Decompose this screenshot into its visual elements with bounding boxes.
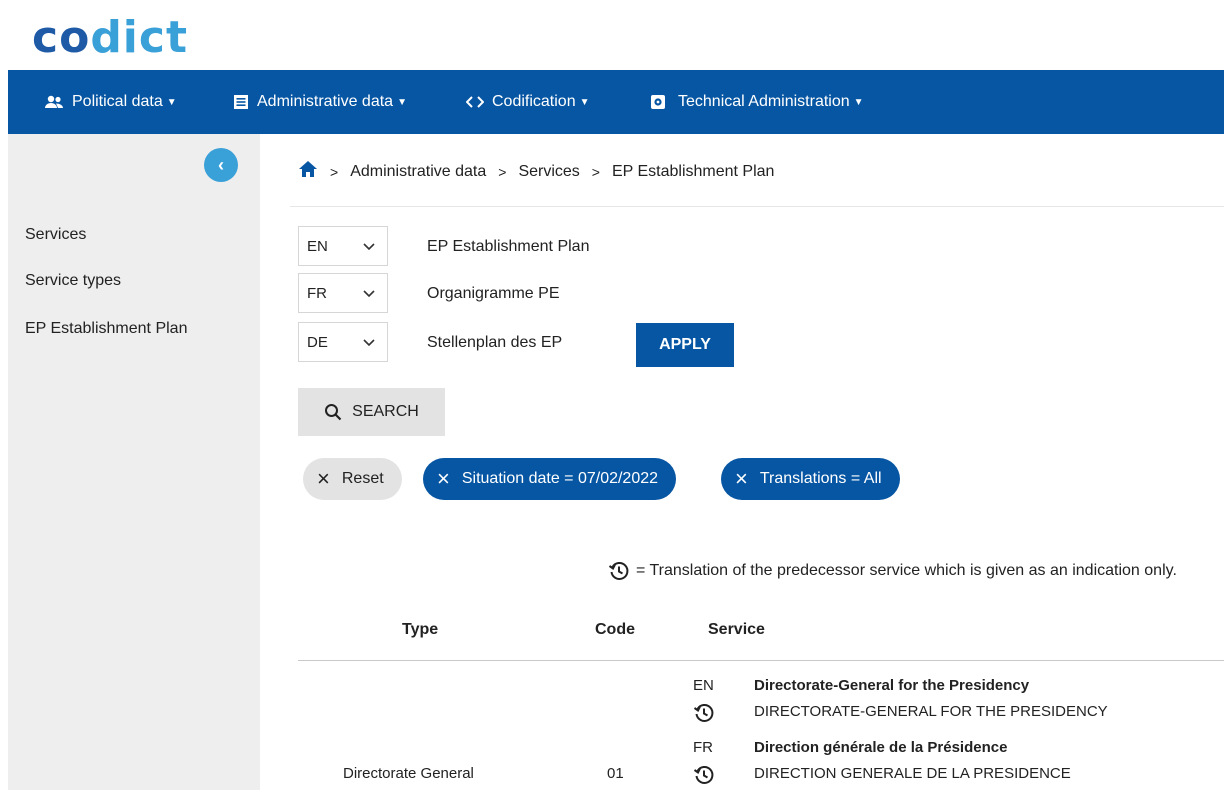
- sidebar-item-service-types[interactable]: Service types: [25, 272, 121, 290]
- codict-logo[interactable]: codict: [32, 12, 188, 64]
- sidebar-item-ep-establishment-plan[interactable]: EP Establishment Plan: [25, 320, 187, 338]
- reset-filters-chip[interactable]: × Reset: [303, 458, 402, 500]
- chevron-down-icon: [363, 285, 375, 302]
- column-header-service[interactable]: Service: [708, 621, 765, 639]
- search-button[interactable]: SEARCH: [298, 388, 445, 436]
- language-select-de[interactable]: DE: [298, 322, 388, 362]
- chevron-down-icon: ▼: [397, 96, 407, 108]
- nav-technical-administration[interactable]: Technical Administration ▼: [650, 70, 864, 134]
- translation-name-fr: Direction générale de la Présidence: [754, 739, 1008, 756]
- column-header-code[interactable]: Code: [595, 621, 635, 639]
- breadcrumb-divider: [290, 206, 1224, 207]
- translation-name-en: Directorate-General for the Presidency: [754, 677, 1030, 694]
- breadcrumb-administrative-data[interactable]: Administrative data: [350, 163, 486, 181]
- close-icon: ×: [317, 466, 330, 491]
- close-icon[interactable]: ×: [735, 468, 748, 490]
- history-icon: [608, 560, 630, 582]
- language-label-en: EP Establishment Plan: [427, 238, 590, 255]
- chevron-down-icon: ▼: [853, 96, 864, 108]
- row-code: 01: [607, 765, 624, 782]
- sidebar-collapse-button[interactable]: ‹: [204, 148, 238, 182]
- chevron-down-icon: [363, 238, 375, 255]
- close-icon[interactable]: ×: [437, 468, 450, 490]
- nav-political-data[interactable]: Political data ▼: [44, 70, 177, 134]
- users-icon: [44, 95, 64, 109]
- breadcrumb: > Administrative data > Services > EP Es…: [298, 160, 774, 183]
- app-header: codict: [0, 0, 1224, 70]
- situation-date-filter-chip[interactable]: × Situation date = 07/02/2022: [423, 458, 677, 500]
- translation-lang-en: EN: [693, 677, 714, 694]
- language-label-fr: Organigramme PE: [427, 285, 560, 302]
- sidebar: ‹ Services Service types EP Establishmen…: [8, 134, 260, 790]
- chevron-down-icon: [363, 334, 375, 351]
- sidebar-item-services[interactable]: Services: [25, 226, 86, 244]
- breadcrumb-services[interactable]: Services: [518, 163, 579, 181]
- nav-administrative-data[interactable]: Administrative data ▼: [233, 70, 407, 134]
- document-list-icon: [233, 94, 249, 110]
- language-select-en[interactable]: EN: [298, 226, 388, 266]
- search-icon: [324, 403, 342, 421]
- row-type: Directorate General: [343, 765, 474, 782]
- gear-box-icon: [650, 94, 666, 110]
- translation-lang-fr: FR: [693, 739, 713, 756]
- history-icon: [693, 702, 715, 729]
- translation-predecessor-fr: DIRECTION GENERALE DE LA PRESIDENCE: [754, 765, 1071, 782]
- home-icon[interactable]: [298, 160, 318, 183]
- code-brackets-icon: [466, 96, 484, 108]
- chevron-left-icon: ‹: [218, 154, 224, 175]
- column-header-type[interactable]: Type: [402, 621, 438, 639]
- breadcrumb-current: EP Establishment Plan: [611, 162, 775, 180]
- language-select-fr[interactable]: FR: [298, 273, 388, 313]
- language-label-de: Stellenplan des EP: [427, 334, 563, 351]
- translations-filter-chip[interactable]: × Translations = All: [721, 458, 900, 500]
- table-header-divider: [298, 660, 1224, 661]
- translation-predecessor-en: DIRECTORATE-GENERAL FOR THE PRESIDENCY: [754, 703, 1108, 720]
- nav-codification[interactable]: Codification ▼: [466, 70, 590, 134]
- history-icon: [693, 764, 715, 791]
- chevron-down-icon: ▼: [579, 96, 590, 108]
- main-navbar: Political data ▼ Administrative data ▼ Cod…: [8, 70, 1224, 134]
- apply-button[interactable]: APPLY: [636, 323, 734, 367]
- history-legend: = Translation of the predecessor service…: [608, 560, 1177, 582]
- chevron-down-icon: ▼: [166, 96, 177, 108]
